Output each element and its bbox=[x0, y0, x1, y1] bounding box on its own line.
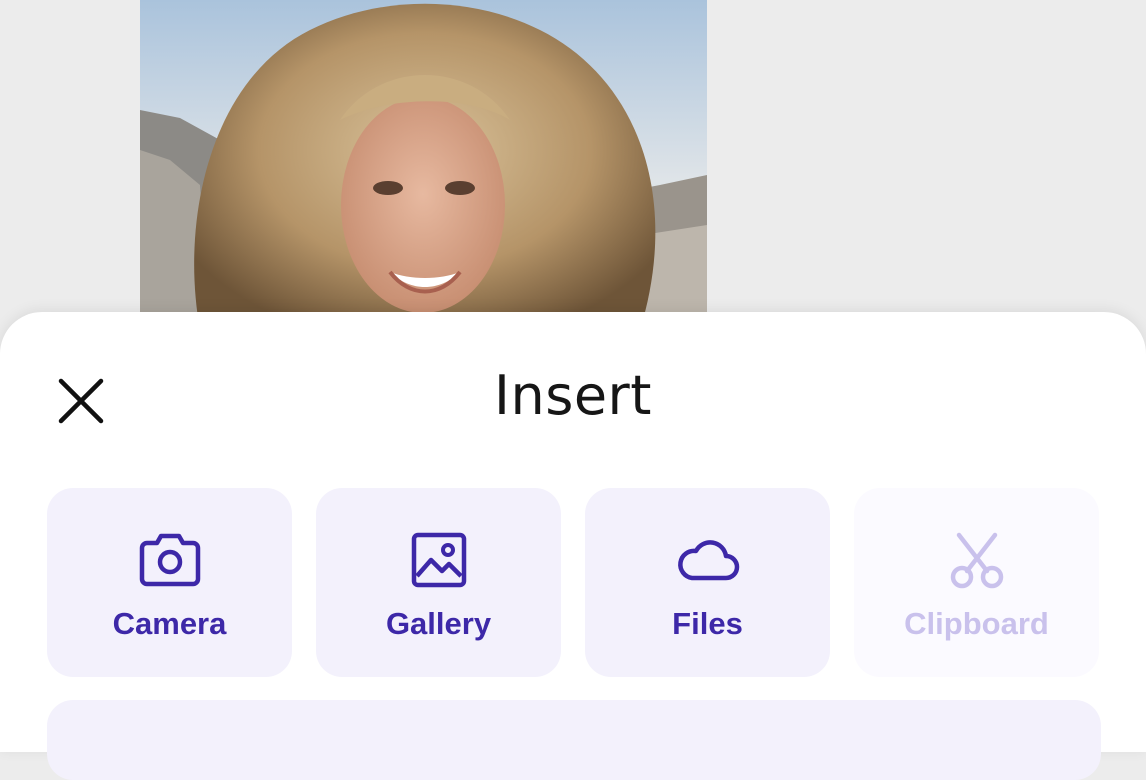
scissors-icon bbox=[945, 528, 1009, 592]
insert-sheet: Insert Camera Gallery Files Clipboard bbox=[0, 312, 1146, 780]
next-option-row[interactable] bbox=[47, 700, 1101, 780]
clipboard-option[interactable]: Clipboard bbox=[854, 488, 1099, 677]
files-label: Files bbox=[672, 606, 743, 641]
sheet-title: Insert bbox=[494, 364, 652, 427]
insert-options: Camera Gallery Files Clipboard bbox=[47, 488, 1101, 677]
gallery-label: Gallery bbox=[385, 606, 492, 641]
camera-icon bbox=[138, 528, 202, 592]
selected-photo[interactable] bbox=[140, 0, 707, 330]
gallery-option[interactable]: Gallery bbox=[316, 488, 561, 677]
camera-option[interactable]: Camera bbox=[47, 488, 292, 677]
photo-image bbox=[140, 0, 707, 330]
files-option[interactable]: Files bbox=[585, 488, 830, 677]
camera-label: Camera bbox=[112, 606, 227, 641]
cloud-icon bbox=[676, 528, 740, 592]
image-icon bbox=[407, 528, 471, 592]
clipboard-label: Clipboard bbox=[904, 606, 1049, 641]
